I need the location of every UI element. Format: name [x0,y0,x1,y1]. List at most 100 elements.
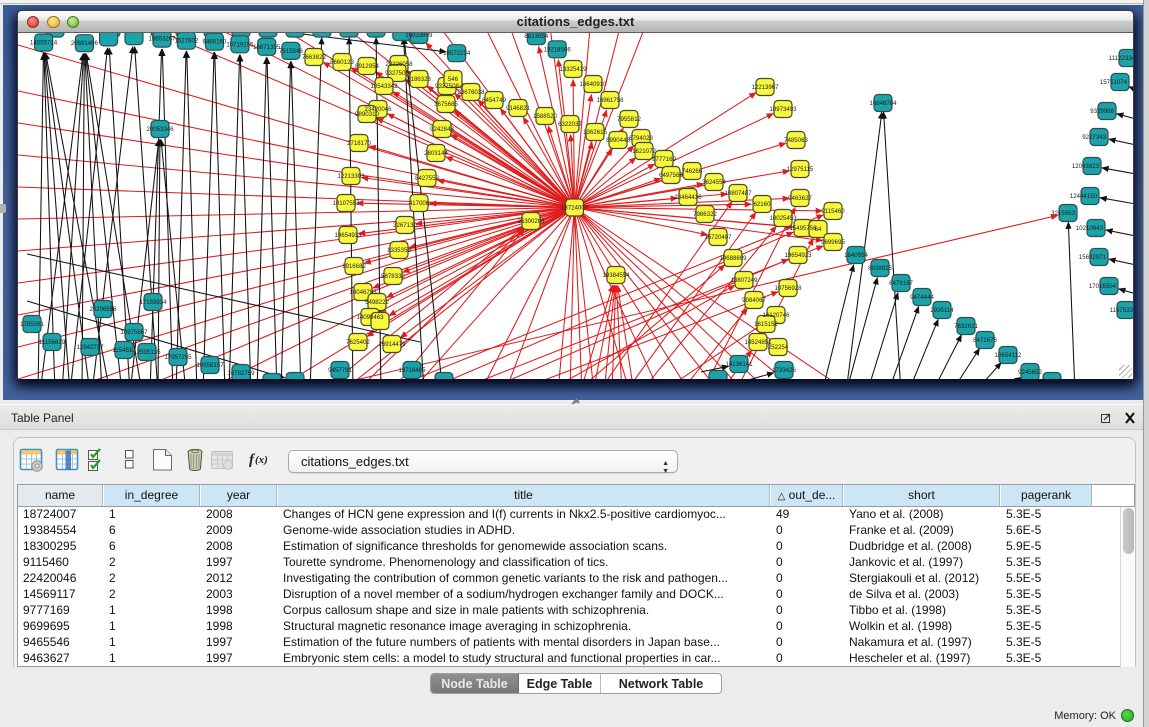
svg-text:9242848: 9242848 [430,126,454,133]
svg-text:9327508: 9327508 [435,83,459,90]
svg-text:9474444: 9474444 [910,294,934,301]
svg-text:19654933: 19654933 [334,232,362,239]
svg-text:12505135: 12505135 [133,349,161,356]
svg-text:14055724: 14055724 [30,40,58,47]
svg-text:64: 64 [815,226,822,233]
svg-text:15692971: 15692971 [1079,254,1107,261]
svg-text:6466160: 6466160 [203,39,227,46]
svg-text:252254: 252254 [768,344,789,351]
svg-text:9245652: 9245652 [1018,369,1042,376]
svg-text:7663822: 7663822 [302,54,326,61]
svg-text:5498222: 5498222 [365,299,389,306]
svg-text:12444150: 12444150 [1070,193,1098,200]
svg-text:11122334: 11122334 [1109,55,1133,62]
svg-text:1640954: 1640954 [844,252,868,259]
svg-text:1167533: 1167533 [1110,307,1133,314]
svg-text:14099463: 14099463 [356,314,384,321]
svg-text:10654112: 10654112 [995,352,1022,359]
svg-text:10719155: 10719155 [226,41,254,48]
svg-text:2718170: 2718170 [347,140,371,147]
svg-text:8471676: 8471676 [973,337,997,344]
svg-text:13716485: 13716485 [398,367,426,374]
svg-text:6497568: 6497568 [659,172,683,179]
svg-text:9699695: 9699695 [821,239,845,246]
svg-text:9329966: 9329966 [1090,108,1114,115]
svg-text:9463627: 9463627 [788,195,812,202]
svg-text:1621072: 1621072 [632,148,656,155]
svg-text:13325419: 13325419 [559,66,587,73]
svg-text:1588520: 1588520 [533,113,557,120]
svg-text:10653267: 10653267 [148,36,176,43]
svg-text:16782759: 16782759 [227,370,255,377]
svg-text:16848784: 16848784 [869,100,897,107]
svg-text:16914479: 16914479 [378,341,406,348]
svg-text:17957255: 17957255 [164,354,192,361]
svg-text:7625402: 7625402 [346,339,370,346]
svg-text:12942737: 12942737 [76,344,104,351]
svg-text:8990448: 8990448 [606,137,630,144]
svg-text:9115460: 9115460 [821,208,845,215]
svg-text:23226058: 23226058 [385,61,413,68]
svg-text:8660123: 8660123 [330,59,354,66]
svg-text:17016504: 17016504 [1089,283,1117,290]
svg-text:1335359: 1335359 [387,247,411,254]
svg-text:3675685: 3675685 [434,101,458,108]
svg-text:15751074: 15751074 [1100,79,1128,86]
svg-text:6479197: 6479197 [889,280,913,287]
svg-text:7515546: 7515546 [279,48,303,55]
svg-text:1733426: 1733426 [772,367,796,374]
svg-text:10975667: 10975667 [120,329,148,336]
svg-text:9457791: 9457791 [328,367,352,374]
svg-text:11156829: 11156829 [39,339,66,346]
svg-text:15495756: 15495756 [789,225,817,232]
svg-text:20691406: 20691406 [71,40,99,47]
svg-text:18572234: 18572234 [443,50,471,57]
svg-text:12213303: 12213303 [337,173,365,180]
svg-text:3215953: 3215953 [1051,210,1075,217]
svg-text:18640910: 18640910 [579,81,607,88]
svg-text:8427552: 8427552 [415,175,439,182]
svg-text:15720407: 15720407 [704,234,732,241]
svg-text:10807487: 10807487 [724,190,752,197]
svg-text:10756928: 10756928 [774,285,802,292]
svg-text:1527602: 1527602 [175,38,199,45]
svg-text:1785061: 1785061 [20,321,44,328]
svg-text:3624554: 3624554 [702,179,726,186]
svg-text:10210643: 10210643 [1076,225,1104,232]
svg-text:8454749: 8454749 [482,97,506,104]
svg-text:1916682: 1916682 [342,263,366,270]
svg-text:10025453: 10025453 [769,215,797,222]
svg-text:12213967: 12213967 [751,84,779,91]
svg-text:8813054: 8813054 [524,33,548,40]
svg-text:10688609: 10688609 [719,255,747,262]
svg-text:16961758: 16961758 [596,97,624,104]
svg-text:7955812: 7955812 [617,116,641,123]
svg-text:10046785: 10046785 [349,289,377,296]
svg-text:10973493: 10973493 [769,106,797,113]
svg-text:19218506: 19218506 [544,46,572,53]
svg-text:10107553: 10107553 [332,200,360,207]
svg-text:2935114: 2935114 [930,307,954,314]
svg-text:14136141: 14136141 [725,361,753,368]
svg-text:20053346: 20053346 [146,126,174,133]
svg-text:1615152: 1615152 [754,321,778,328]
svg-text:8912954: 8912954 [355,63,379,70]
svg-text:8186328: 8186328 [407,76,431,83]
svg-text:7485063: 7485063 [784,137,808,144]
svg-text:19384554: 19384554 [602,272,630,279]
svg-text:17159934: 17159934 [139,299,167,306]
svg-text:2803144: 2803144 [424,150,448,157]
svg-text:6322037: 6322037 [558,121,582,128]
svg-text:10958157: 10958157 [196,362,224,369]
svg-text:9890310: 9890310 [355,111,379,118]
svg-text:18807249: 18807249 [730,277,758,284]
svg-text:18724007: 18724007 [561,205,589,212]
svg-text:5878332: 5878332 [381,273,405,280]
svg-text:12093823: 12093823 [1072,163,1100,170]
svg-text:9084067: 9084067 [742,297,766,304]
svg-text:746266: 746266 [682,168,703,175]
svg-text:20206556: 20206556 [89,306,117,313]
svg-text:1362615: 1362615 [583,129,607,136]
svg-text:16033809: 16033809 [405,33,433,39]
svg-text:3267130: 3267130 [393,222,417,229]
